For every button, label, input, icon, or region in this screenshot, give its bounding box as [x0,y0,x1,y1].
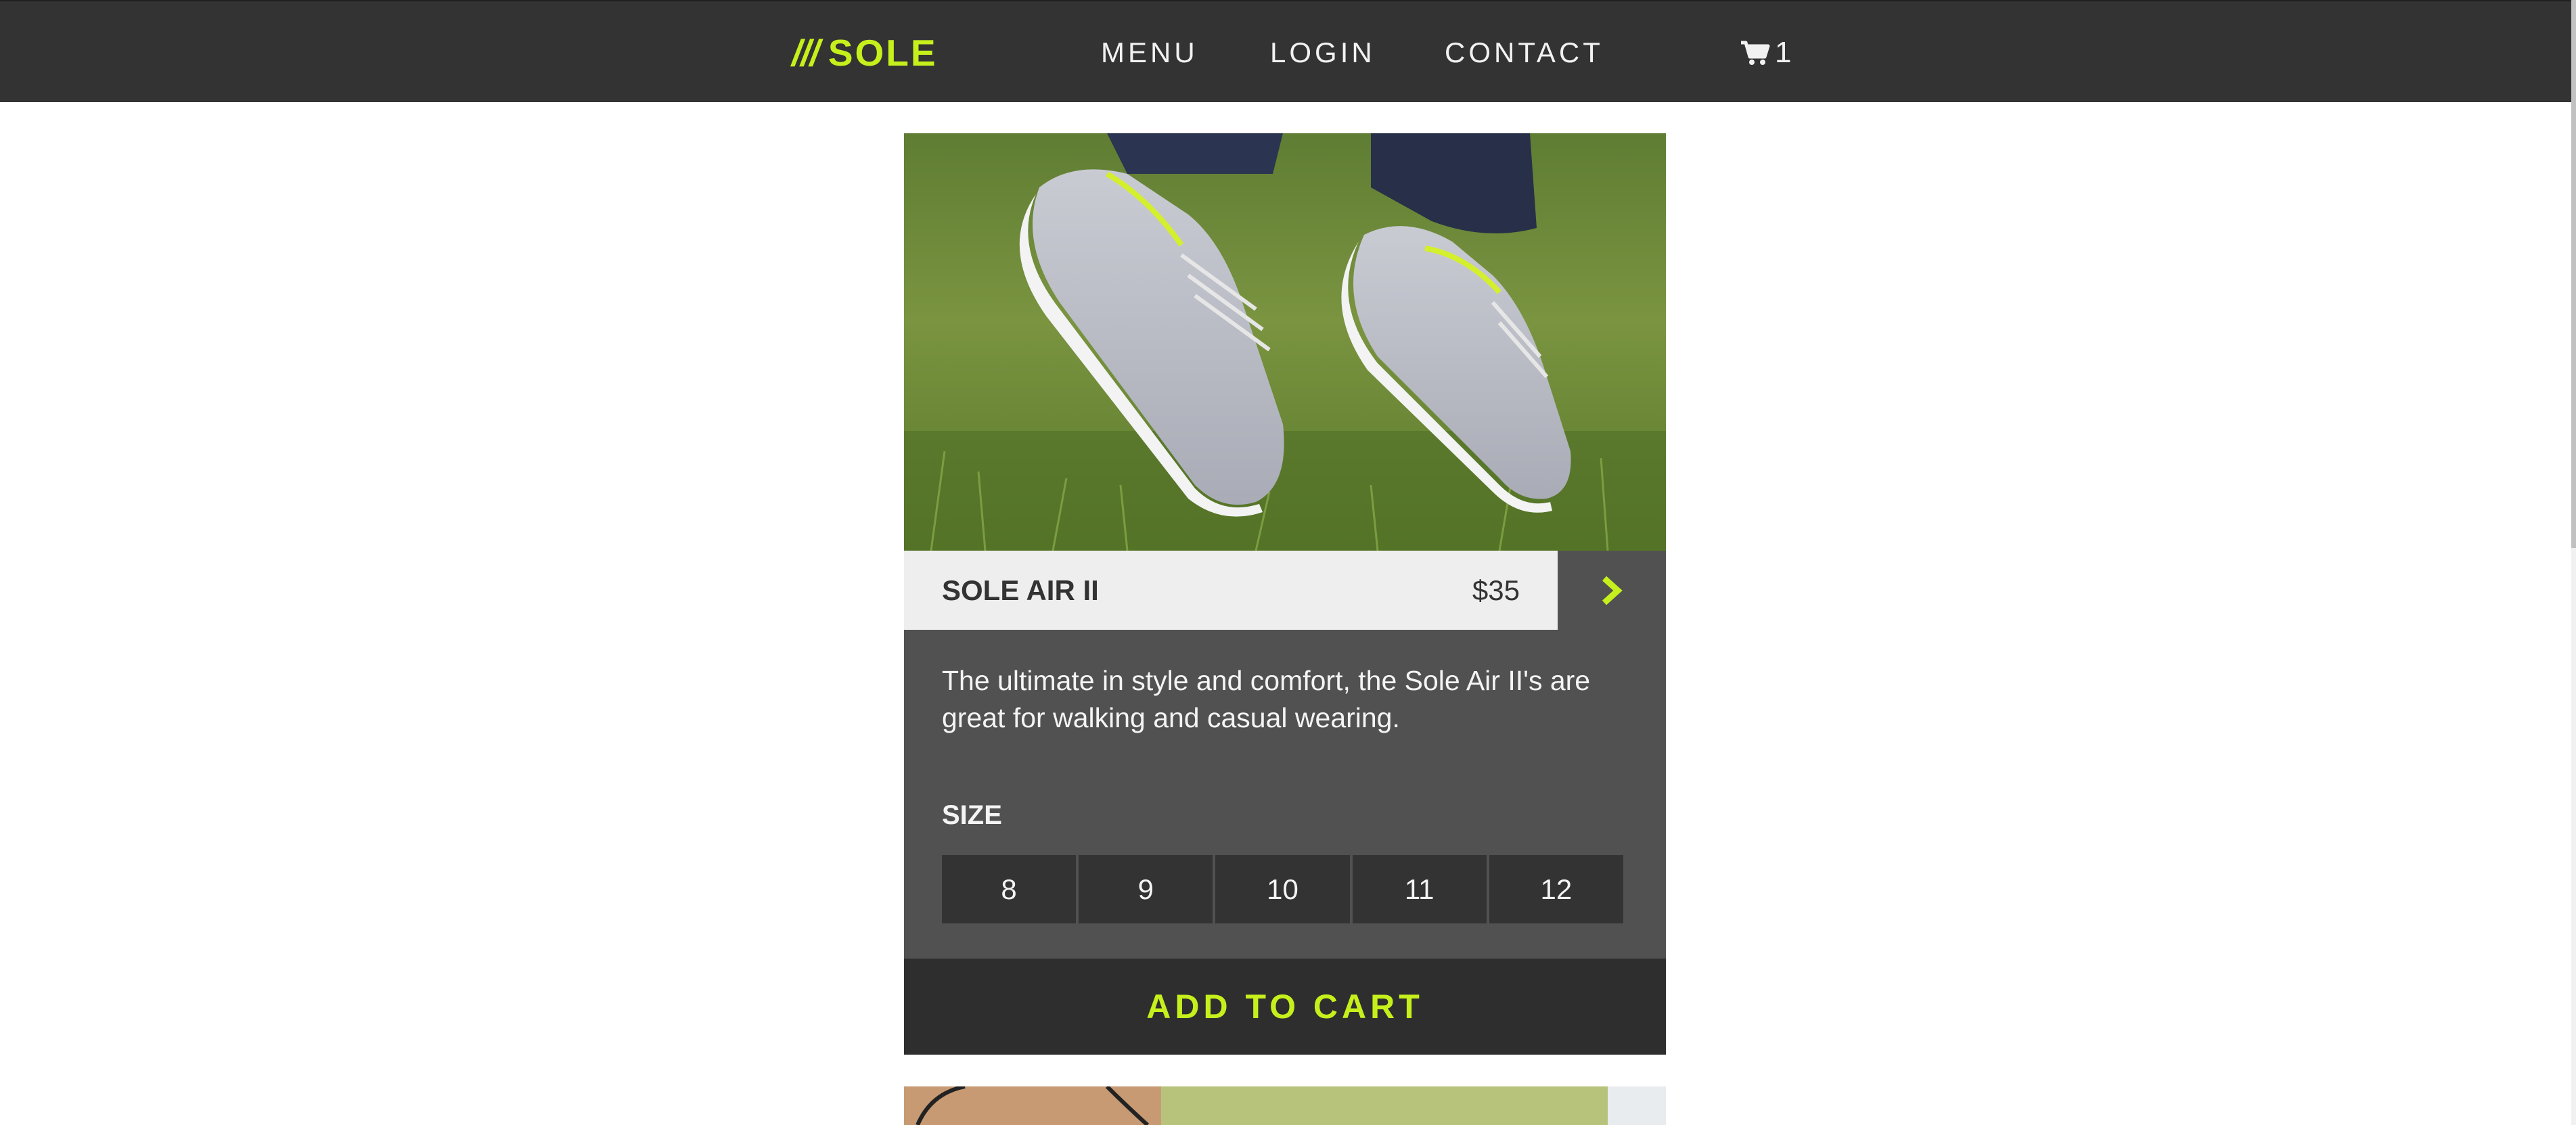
product-title-row: SOLE AIR II $35 [904,551,1666,630]
brand-logo[interactable]: /// SOLE [792,27,938,78]
size-option-10[interactable]: 10 [1215,855,1350,923]
nav-menu-link[interactable]: MENU [1101,27,1198,78]
product-price: $35 [1472,574,1520,606]
size-selector: 8 9 10 11 12 [942,855,1624,923]
nav-login-link[interactable]: LOGIN [1270,27,1376,78]
size-option-9[interactable]: 9 [1079,855,1213,923]
top-navigation-bar: /// SOLE MENU LOGIN CONTACT 1 [0,0,2571,102]
chevron-right-icon [1602,576,1623,605]
product-title-box: SOLE AIR II $35 [904,551,1558,630]
add-to-cart-button[interactable]: ADD TO CART [904,959,1666,1055]
product-image [904,133,1666,551]
size-option-8[interactable]: 8 [942,855,1077,923]
product-description: The ultimate in style and comfort, the S… [942,665,1591,733]
brand-name: SOLE [828,32,938,74]
product-details: The ultimate in style and comfort, the S… [904,630,1666,959]
product-name: SOLE AIR II [942,574,1099,606]
size-option-11[interactable]: 11 [1352,855,1487,923]
brand-mark: /// [792,32,820,74]
product-card: SOLE AIR II $35 The ultimate in style an… [904,133,1666,1055]
nav-contact-link[interactable]: CONTACT [1445,27,1604,78]
next-product-image [904,1086,1666,1125]
scrollbar-thumb[interactable] [2571,0,2576,548]
cart-button[interactable]: 1 [1740,27,1791,78]
size-option-12[interactable]: 12 [1489,855,1624,923]
cart-icon [1741,41,1770,65]
next-product-button[interactable] [1558,551,1666,630]
cart-count: 1 [1775,36,1792,69]
size-label: SIZE [942,800,1002,830]
